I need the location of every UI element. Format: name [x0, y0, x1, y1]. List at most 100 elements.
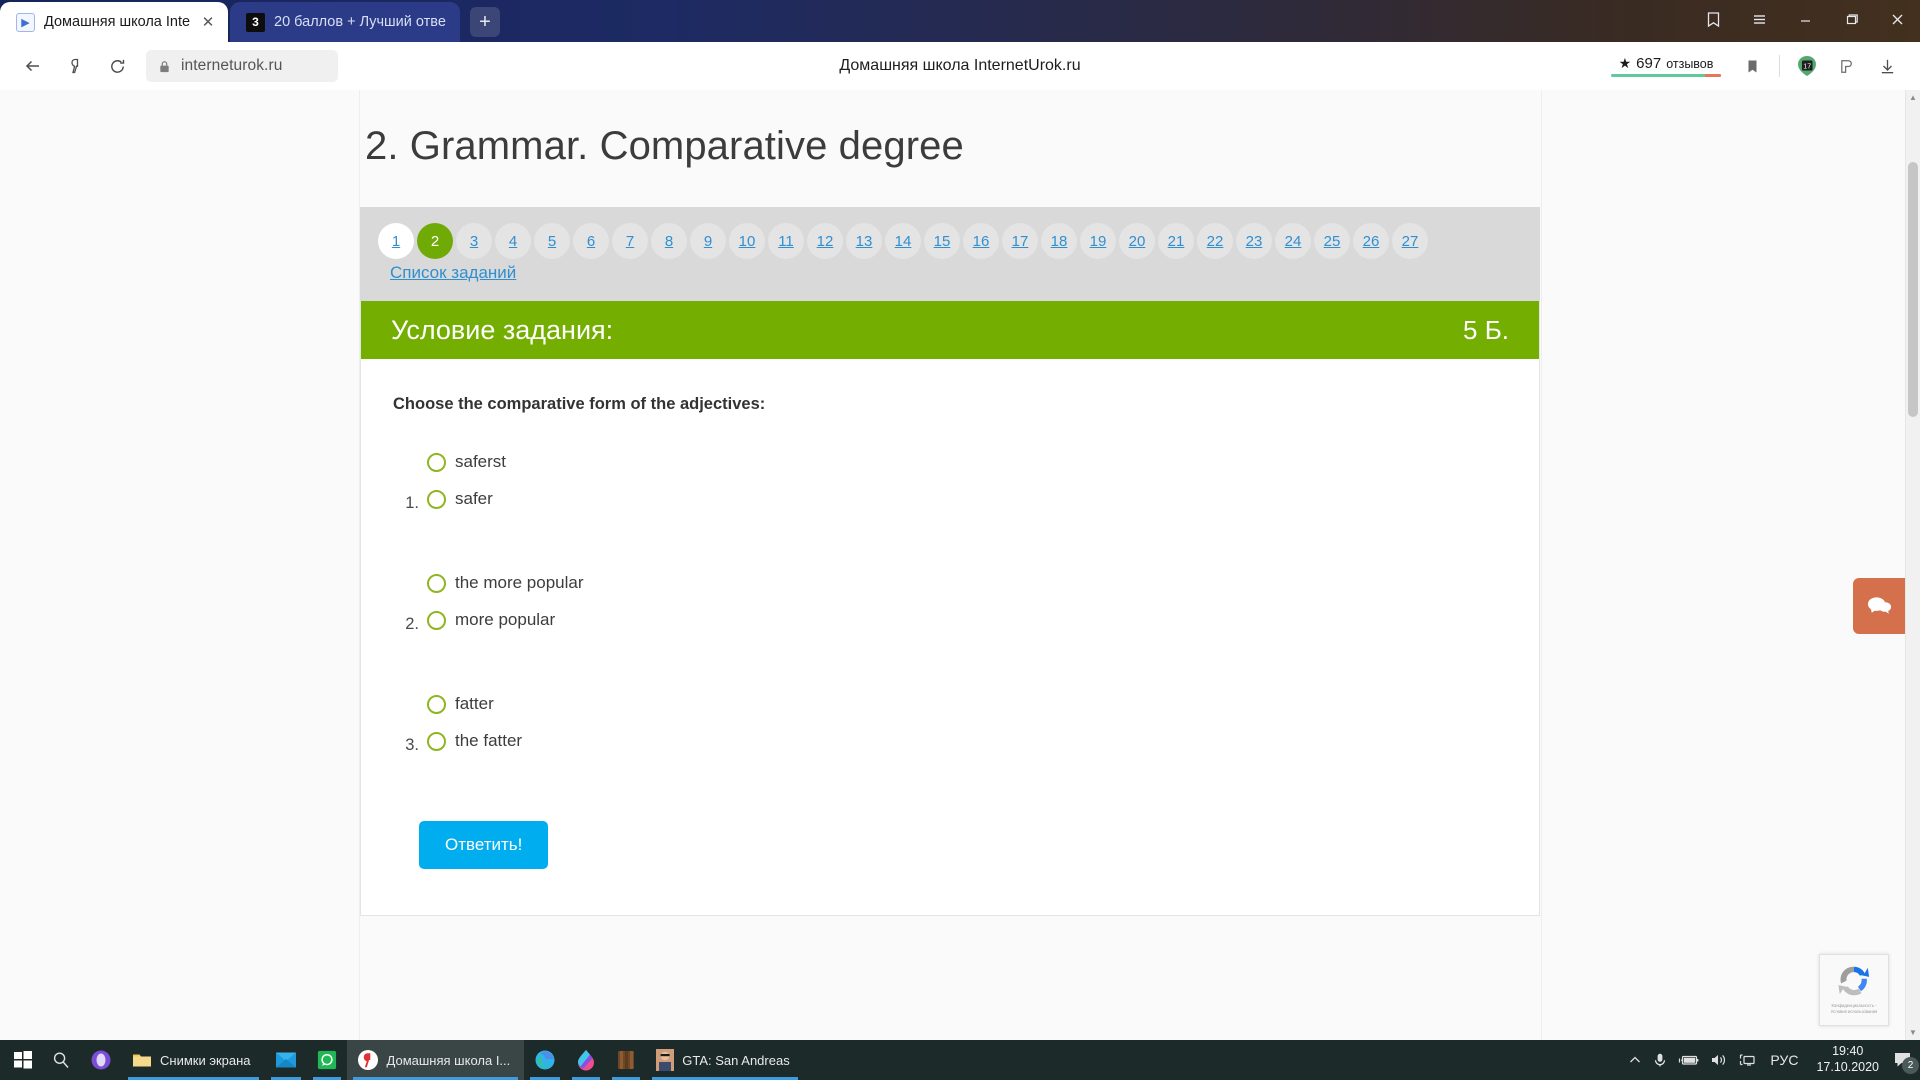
radio-button-icon[interactable] — [427, 489, 446, 509]
pager-item-13[interactable]: 13 — [846, 223, 882, 259]
radio-option[interactable]: the fatter — [427, 731, 522, 751]
pager-item-17[interactable]: 17 — [1002, 223, 1038, 259]
battery-charging-icon[interactable] — [1678, 1053, 1700, 1067]
pager-item-21[interactable]: 21 — [1158, 223, 1194, 259]
menu-icon[interactable] — [1736, 2, 1782, 36]
taskbar-item-whatsapp[interactable] — [307, 1040, 347, 1080]
pager-item-27[interactable]: 27 — [1392, 223, 1428, 259]
pager-item-5[interactable]: 5 — [534, 223, 570, 259]
pager-item-16[interactable]: 16 — [963, 223, 999, 259]
microphone-icon[interactable] — [1652, 1052, 1668, 1068]
address-bar[interactable]: interneturok.ru — [146, 50, 338, 82]
close-icon[interactable]: ✕ — [200, 13, 216, 31]
radio-button-icon[interactable] — [427, 610, 446, 630]
task-pager: 1 2 3 4 5 6 7 8 9 10 11 12 13 14 15 16 1 — [360, 207, 1540, 301]
pager-item-3[interactable]: 3 — [456, 223, 492, 259]
submit-answer-button[interactable]: Ответить! — [419, 821, 549, 869]
pager-item-20[interactable]: 20 — [1119, 223, 1155, 259]
pager-item-7[interactable]: 7 — [612, 223, 648, 259]
maximize-icon[interactable] — [1828, 2, 1874, 36]
taskbar-item-cortana[interactable] — [80, 1040, 122, 1080]
taskbar-item-archive[interactable] — [606, 1040, 646, 1080]
pager-item-19[interactable]: 19 — [1080, 223, 1116, 259]
calendar-icon[interactable]: 17 — [1788, 49, 1826, 83]
radio-button-icon[interactable] — [427, 573, 446, 593]
pager-item-22[interactable]: 22 — [1197, 223, 1233, 259]
extension-icon[interactable] — [1828, 49, 1866, 83]
tab-title: Домашняя школа Intern — [44, 14, 191, 30]
question-group-2: 2. the more popular more popular — [393, 573, 1507, 634]
browser-window: ▶ Домашняя школа Intern ✕ 3 20 баллов + … — [0, 0, 1920, 1040]
minimize-icon[interactable] — [1782, 2, 1828, 36]
tab-strip: ▶ Домашняя школа Intern ✕ 3 20 баллов + … — [0, 0, 1920, 42]
pager-item-11[interactable]: 11 — [768, 223, 804, 259]
page-heading: 2. Grammar. Comparative degree — [365, 124, 964, 168]
yandex-logo-icon[interactable] — [56, 49, 94, 83]
back-arrow-icon[interactable] — [14, 49, 52, 83]
radio-option[interactable]: safer — [427, 489, 506, 509]
task-body: Choose the comparative form of the adjec… — [361, 359, 1539, 915]
taskbar-search-button[interactable] — [42, 1040, 80, 1080]
chevron-up-icon[interactable] — [1628, 1053, 1642, 1067]
taskbar-item-label: Домашняя школа I... — [386, 1052, 511, 1068]
taskbar-item-label: GTA: San Andreas — [682, 1052, 790, 1068]
reviews-badge[interactable]: ★ 697 отзывов — [1601, 55, 1731, 77]
pager-item-8[interactable]: 8 — [651, 223, 687, 259]
pager-item-14[interactable]: 14 — [885, 223, 921, 259]
edge-icon — [535, 1050, 555, 1070]
recaptcha-icon — [1838, 967, 1870, 996]
pager-item-9[interactable]: 9 — [690, 223, 726, 259]
radio-button-icon[interactable] — [427, 452, 446, 472]
radio-option[interactable]: saferst — [427, 452, 506, 472]
scrollbar-thumb[interactable] — [1908, 162, 1918, 417]
notification-center-button[interactable]: 2 — [1893, 1051, 1919, 1074]
task-list-link[interactable]: Список заданий — [390, 263, 516, 283]
taskbar-item-screenshots[interactable]: Снимки экрана — [122, 1040, 265, 1080]
language-indicator[interactable]: РУС — [1766, 1052, 1802, 1068]
pager-item-4[interactable]: 4 — [495, 223, 531, 259]
pager-item-10[interactable]: 10 — [729, 223, 765, 259]
browser-tab-active[interactable]: ▶ Домашняя школа Intern ✕ — [0, 2, 228, 42]
pager-item-1[interactable]: 1 — [378, 223, 414, 259]
taskbar-item-paint3d[interactable] — [566, 1040, 606, 1080]
new-tab-button[interactable]: + — [470, 7, 500, 37]
chat-widget-button[interactable] — [1853, 578, 1905, 634]
network-icon[interactable] — [1738, 1052, 1756, 1068]
volume-icon[interactable] — [1710, 1052, 1728, 1068]
collections-icon[interactable] — [1690, 2, 1736, 36]
start-button[interactable] — [4, 1040, 42, 1080]
pager-item-15[interactable]: 15 — [924, 223, 960, 259]
pager-item-6[interactable]: 6 — [573, 223, 609, 259]
pager-item-18[interactable]: 18 — [1041, 223, 1077, 259]
radio-option[interactable]: the more popular — [427, 573, 584, 593]
radio-option[interactable]: more popular — [427, 610, 584, 630]
question-group-3: 3. fatter the fatter — [393, 694, 1507, 755]
cortana-icon — [91, 1050, 111, 1070]
pager-item-2-active[interactable]: 2 — [417, 223, 453, 259]
page-scrollbar[interactable]: ▲ ▼ — [1905, 90, 1920, 1040]
radio-option[interactable]: fatter — [427, 694, 522, 714]
taskbar-item-yandex-browser[interactable]: Домашняя школа I... — [346, 1040, 525, 1080]
pager-item-23[interactable]: 23 — [1236, 223, 1272, 259]
pager-item-25[interactable]: 25 — [1314, 223, 1350, 259]
web-page: 2. Grammar. Comparative degree 1 2 3 4 5… — [0, 90, 1905, 1040]
radio-button-icon[interactable] — [427, 694, 446, 714]
pager-item-24[interactable]: 24 — [1275, 223, 1311, 259]
taskbar-item-mail[interactable] — [265, 1040, 307, 1080]
taskbar-item-gta[interactable]: GTA: San Andreas — [646, 1040, 803, 1080]
close-icon[interactable] — [1874, 2, 1920, 36]
bookmark-icon[interactable] — [1733, 49, 1771, 83]
radio-button-icon[interactable] — [427, 731, 446, 751]
pager-item-12[interactable]: 12 — [807, 223, 843, 259]
scroll-up-arrow-icon[interactable]: ▲ — [1906, 90, 1920, 105]
svg-text:17: 17 — [1803, 63, 1811, 70]
window-controls — [1690, 2, 1920, 42]
pager-item-26[interactable]: 26 — [1353, 223, 1389, 259]
reload-icon[interactable] — [98, 49, 136, 83]
download-icon[interactable] — [1868, 49, 1906, 83]
taskbar-item-edge[interactable] — [524, 1040, 566, 1080]
scroll-down-arrow-icon[interactable]: ▼ — [1906, 1025, 1920, 1040]
browser-tab-inactive[interactable]: 3 20 баллов + Лучший отве — [230, 2, 460, 42]
windows-taskbar: Снимки экрана Домашняя школа I... GTA: S… — [0, 1040, 1920, 1080]
clock[interactable]: 19:40 17.10.2020 — [1812, 1044, 1883, 1075]
